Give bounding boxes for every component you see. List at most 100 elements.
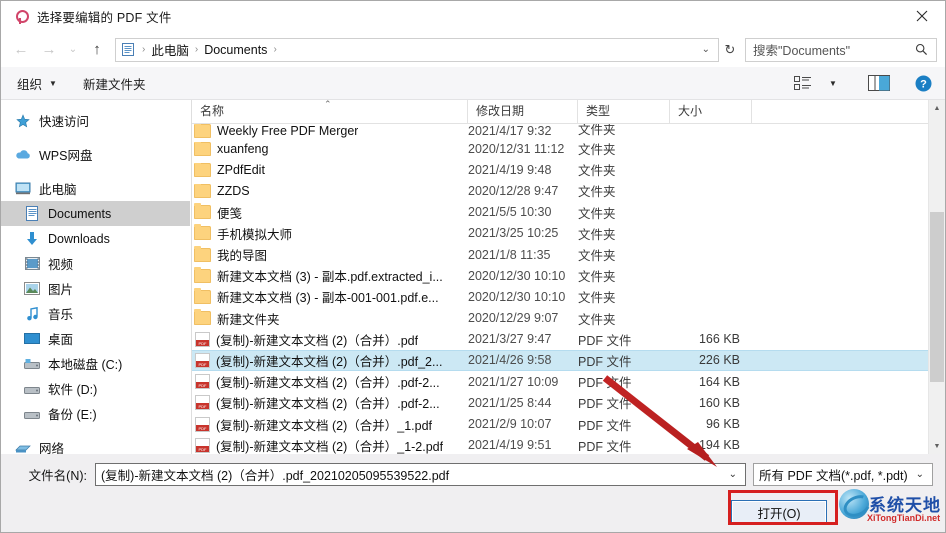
sidebar-item-documents[interactable]: Documents	[1, 201, 190, 226]
vertical-scrollbar[interactable]: ▲ ▼	[928, 100, 945, 454]
file-name-cell[interactable]: ZPdfEdit	[192, 162, 468, 177]
pdf-icon	[195, 437, 210, 453]
file-type-cell: 文件夹	[578, 227, 616, 242]
table-row[interactable]: (复制)-新建文本文档 (2)（合并）_1-2.pdf 2021/4/19 9:5…	[192, 435, 928, 454]
sidebar-item-local-disk-c[interactable]: 本地磁盘 (C:)	[1, 351, 190, 376]
file-name-cell[interactable]: (复制)-新建文本文档 (2)（合并）_1.pdf	[192, 415, 468, 434]
file-name-cell[interactable]: 手机模拟大师	[192, 224, 468, 243]
table-row[interactable]: 新建文本文档 (3) - 副本-001-001.pdf.e... 2020/12/…	[192, 286, 928, 307]
file-size-cell: 96 KB	[705, 417, 740, 432]
file-name-cell[interactable]: 便笺	[192, 203, 468, 222]
sidebar-item-desktop[interactable]: 桌面	[1, 326, 190, 351]
file-name-cell[interactable]: (复制)-新建文本文档 (2)（合并）.pdf	[192, 330, 468, 349]
view-options-caret-icon[interactable]: ▼	[819, 71, 847, 95]
column-headers: 名称 修改日期 类型 大小 ⌃	[192, 99, 928, 124]
table-row[interactable]: (复制)-新建文本文档 (2)（合并）.pdf-2... 2021/1/25 8:…	[192, 392, 928, 413]
organize-button[interactable]: 组织 ▼	[17, 74, 57, 93]
sidebar-item-software-d[interactable]: 软件 (D:)	[1, 376, 190, 401]
file-type-cell: 文件夹	[578, 185, 616, 200]
table-row[interactable]: 便笺 2021/5/5 10:30 文件夹	[192, 202, 928, 223]
preview-pane-icon[interactable]	[865, 71, 893, 95]
file-name-label: 新建文本文档 (3) - 副本.pdf.extracted_i...	[217, 270, 443, 285]
file-name-label: (复制)-新建文本文档 (2)（合并）_1.pdf	[216, 418, 432, 433]
file-name-cell[interactable]: (复制)-新建文本文档 (2)（合并）.pdf-2...	[192, 393, 468, 412]
file-name-label: 新建文本文档 (3) - 副本-001-001.pdf.e...	[217, 291, 439, 306]
file-size-cell: 164 KB	[698, 374, 740, 389]
table-row[interactable]: 手机模拟大师 2021/3/25 10:25 文件夹	[192, 223, 928, 244]
star-icon	[14, 113, 32, 129]
up-button[interactable]: ↑	[83, 37, 111, 63]
table-row[interactable]: (复制)-新建文本文档 (2)（合并）.pdf-2... 2021/1/27 10…	[192, 371, 928, 392]
new-folder-button[interactable]: 新建文件夹	[83, 74, 146, 93]
column-header-size[interactable]: 大小	[670, 100, 752, 123]
file-type-filter-value[interactable]: 所有 PDF 文档(*.pdf, *.pdt)	[754, 465, 908, 484]
sidebar-item-quick-access[interactable]: 快速访问	[1, 108, 190, 133]
filename-input[interactable]: (复制)-新建文本文档 (2)（合并）.pdf_2021020509553952…	[95, 463, 746, 486]
file-name-cell[interactable]: (复制)-新建文本文档 (2)（合并）.pdf_2...	[192, 351, 468, 370]
table-row[interactable]: xuanfeng 2020/12/31 11:12 文件夹	[192, 138, 928, 159]
sidebar-item-music[interactable]: 音乐	[1, 301, 190, 326]
file-name-cell[interactable]: (复制)-新建文本文档 (2)（合并）.pdf-2...	[192, 372, 468, 391]
close-icon[interactable]	[899, 1, 945, 31]
search-icon[interactable]	[915, 43, 936, 56]
file-name-cell[interactable]: 新建文件夹	[192, 309, 468, 328]
search-box[interactable]: 搜索"Documents"	[745, 37, 937, 62]
open-button[interactable]: 打开(O)	[731, 500, 827, 524]
sidebar-item-downloads[interactable]: Downloads	[1, 226, 190, 251]
help-icon[interactable]: ?	[909, 71, 937, 95]
file-name-cell[interactable]: Weekly Free PDF Merger	[192, 124, 468, 138]
file-name-cell[interactable]: xuanfeng	[192, 141, 468, 156]
file-type-cell: PDF 文件	[578, 354, 632, 369]
recent-locations-button[interactable]: ⌄	[63, 37, 83, 63]
sidebar-item-wps-cloud[interactable]: WPS网盘	[1, 142, 190, 167]
chevron-down-icon[interactable]: ⌄	[694, 44, 718, 55]
refresh-icon[interactable]: ↻	[719, 37, 741, 63]
table-row[interactable]: 新建文件夹 2020/12/29 9:07 文件夹	[192, 308, 928, 329]
drive-icon	[23, 356, 41, 372]
file-date-cell: 2020/12/31 11:12	[468, 141, 565, 156]
toolbar-right-group: ▼ ?	[787, 71, 937, 95]
table-row[interactable]: ZPdfEdit 2021/4/19 9:48 文件夹	[192, 159, 928, 180]
table-row[interactable]: ZZDS 2020/12/28 9:47 文件夹	[192, 180, 928, 201]
view-options-icon[interactable]	[789, 71, 817, 95]
table-row[interactable]: (复制)-新建文本文档 (2)（合并）.pdf 2021/3/27 9:47 PDF…	[192, 329, 928, 350]
table-row[interactable]: 新建文本文档 (3) - 副本.pdf.extracted_i... 2020/1…	[192, 265, 928, 286]
sidebar-item-videos[interactable]: 视频	[1, 251, 190, 276]
scrollbar-thumb[interactable]	[930, 212, 944, 382]
sidebar-item-network[interactable]: 网络	[1, 435, 190, 454]
file-date-cell: 2021/4/17 9:32	[468, 124, 552, 138]
back-button[interactable]: ←	[7, 37, 35, 63]
sidebar-item-this-pc[interactable]: 此电脑	[1, 176, 190, 201]
address-bar[interactable]: › 此电脑 › Documents › ⌄	[115, 37, 719, 62]
column-header-date[interactable]: 修改日期	[468, 100, 578, 123]
file-name-cell[interactable]: 新建文本文档 (3) - 副本-001-001.pdf.e...	[192, 287, 468, 306]
scroll-down-icon[interactable]: ▼	[929, 438, 945, 454]
search-input[interactable]: 搜索"Documents"	[746, 40, 915, 59]
file-type-filter[interactable]: 所有 PDF 文档(*.pdf, *.pdt) ⌄	[753, 463, 933, 486]
file-name-cell[interactable]: 新建文本文档 (3) - 副本.pdf.extracted_i...	[192, 266, 468, 285]
new-folder-label: 新建文件夹	[82, 77, 146, 92]
pdf-icon	[195, 416, 210, 432]
sidebar-item-pictures[interactable]: 图片	[1, 276, 190, 301]
file-name-cell[interactable]: (复制)-新建文本文档 (2)（合并）_1-2.pdf	[192, 436, 468, 454]
chevron-down-icon[interactable]: ⌄	[908, 469, 932, 480]
sidebar-item-backup-e[interactable]: 备份 (E:)	[1, 401, 190, 426]
file-name-cell[interactable]: ZZDS	[192, 183, 468, 198]
chevron-down-icon[interactable]: ⌄	[721, 469, 745, 480]
filename-value[interactable]: (复制)-新建文本文档 (2)（合并）.pdf_2021020509553952…	[96, 465, 721, 484]
table-row[interactable]: Weekly Free PDF Merger 2021/4/17 9:32 文件夹	[192, 124, 928, 138]
file-rows[interactable]: Weekly Free PDF Merger 2021/4/17 9:32 文件夹 x…	[192, 124, 928, 454]
column-header-type[interactable]: 类型	[578, 100, 670, 123]
breadcrumb-documents[interactable]: Documents	[200, 43, 271, 57]
file-date-cell: 2021/5/5 10:30	[468, 205, 552, 220]
breadcrumb-this-pc[interactable]: 此电脑	[147, 40, 193, 59]
forward-button[interactable]: →	[35, 37, 63, 63]
scroll-up-icon[interactable]: ▲	[929, 100, 945, 116]
table-row[interactable]: 我的导图 2021/1/8 11:35 文件夹	[192, 244, 928, 265]
table-row[interactable]: (复制)-新建文本文档 (2)（合并）.pdf_2... 2021/4/26 9:…	[192, 349, 928, 372]
cloud-icon	[14, 147, 32, 163]
chevron-down-icon: ▼	[49, 78, 57, 88]
window-title: 选择要编辑的 PDF 文件	[37, 11, 172, 25]
file-name-cell[interactable]: 我的导图	[192, 245, 468, 264]
table-row[interactable]: (复制)-新建文本文档 (2)（合并）_1.pdf 2021/2/9 10:07 P…	[192, 413, 928, 434]
